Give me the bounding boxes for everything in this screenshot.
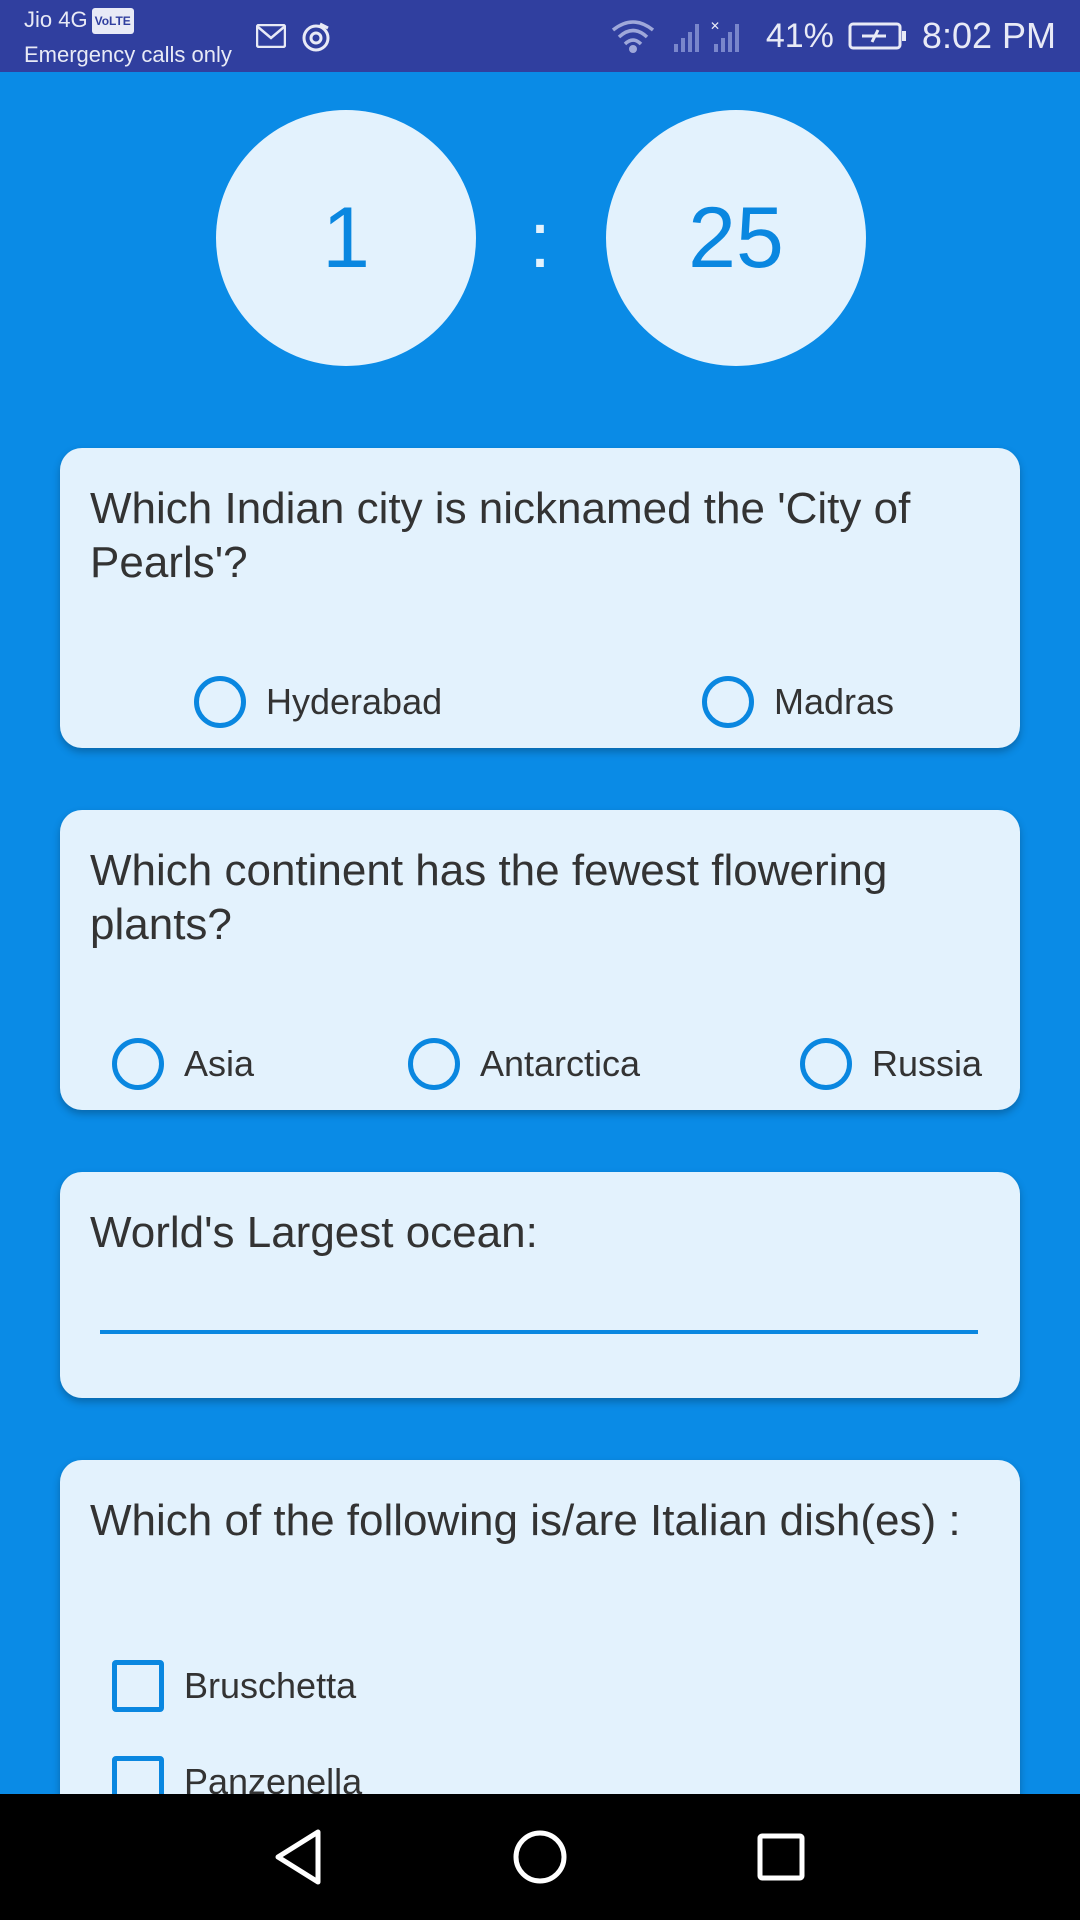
- navigation-bar: [0, 1794, 1080, 1920]
- option-madras[interactable]: Madras: [702, 670, 894, 734]
- back-icon[interactable]: [264, 1822, 334, 1892]
- question-text: Which of the following is/are Italian di…: [90, 1496, 961, 1545]
- question-card-2: Which continent has the fewest flowering…: [60, 810, 1020, 1110]
- option-label: Bruschetta: [184, 1665, 357, 1706]
- option-label: Antarctica: [480, 1043, 641, 1084]
- recents-icon[interactable]: [746, 1822, 816, 1892]
- svg-text:✕: ✕: [710, 19, 720, 33]
- option-label: Asia: [184, 1043, 255, 1084]
- question-card-3: World's Largest ocean:: [60, 1172, 1020, 1398]
- question-text: Which continent has the fewest flowering…: [90, 846, 888, 949]
- timer-minutes: 1: [216, 110, 476, 366]
- status-bar: Jio 4GVoLTE Emergency calls only ✕ 41%: [0, 0, 1080, 72]
- option-russia[interactable]: Russia: [800, 1032, 982, 1096]
- option-label: Russia: [872, 1043, 983, 1084]
- signal-icon: ✕: [673, 19, 739, 52]
- radio-button[interactable]: [702, 676, 754, 728]
- radio-button[interactable]: [408, 1038, 460, 1090]
- radio-button[interactable]: [194, 676, 246, 728]
- question-card-1: Which Indian city is nicknamed the 'City…: [60, 448, 1020, 748]
- option-bruschetta[interactable]: Bruschetta: [112, 1654, 356, 1718]
- battery-percent: 41%: [765, 16, 834, 55]
- sync-icon: [302, 22, 330, 52]
- ocean-answer-input[interactable]: [100, 1280, 978, 1334]
- wifi-icon: [611, 20, 654, 53]
- radio-button[interactable]: [800, 1038, 852, 1090]
- home-icon[interactable]: [505, 1822, 575, 1892]
- carrier-label: Jio 4G VoLTE: [24, 8, 134, 34]
- option-label: Hyderabad: [266, 681, 443, 722]
- timer-seconds-value: 25: [688, 189, 784, 286]
- carrier-name: Jio 4G: [24, 7, 88, 32]
- emergency-calls-label: Emergency calls only: [24, 42, 232, 67]
- question-text: Which Indian city is nicknamed the 'City…: [90, 484, 911, 587]
- question-text: World's Largest ocean:: [90, 1208, 538, 1257]
- option-antarctica[interactable]: Antarctica: [408, 1032, 640, 1096]
- checkbox[interactable]: [112, 1660, 164, 1712]
- timer-minutes-value: 1: [322, 189, 370, 286]
- status-right-group: ✕ 41% 8:02 PM: [610, 12, 1056, 60]
- timer-separator: :: [528, 195, 552, 284]
- clock-time: 8:02 PM: [921, 15, 1056, 56]
- battery-icon: [848, 22, 906, 50]
- volte-badge: VoLTE: [91, 8, 134, 34]
- option-asia[interactable]: Asia: [112, 1032, 254, 1096]
- radio-button[interactable]: [112, 1038, 164, 1090]
- option-label: Madras: [774, 681, 895, 722]
- option-hyderabad[interactable]: Hyderabad: [194, 670, 442, 734]
- gmail-icon: [256, 24, 286, 48]
- timer-seconds: 25: [606, 110, 866, 366]
